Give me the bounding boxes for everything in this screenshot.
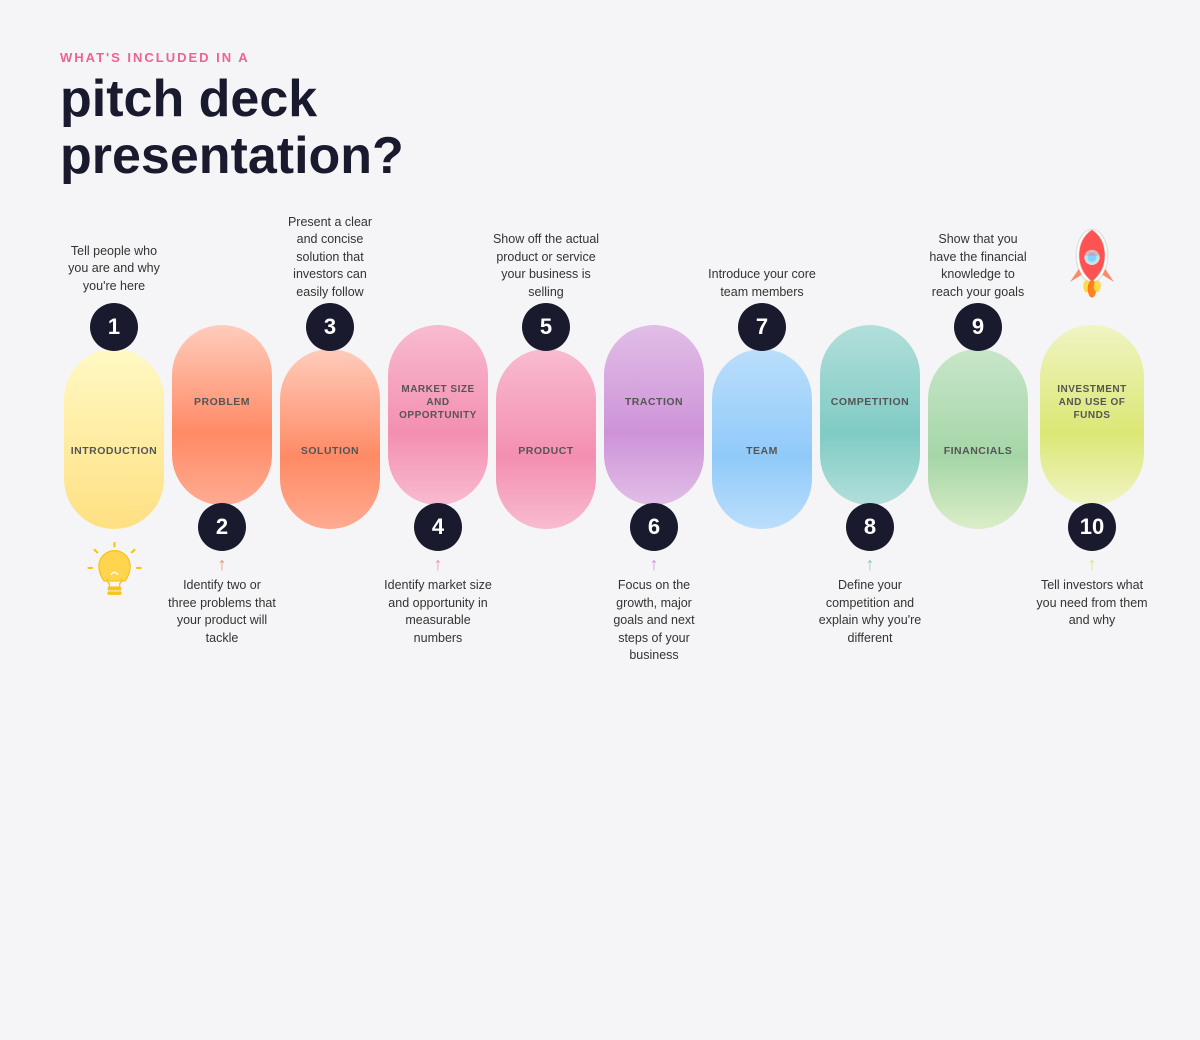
pill-label-1: INTRODUCTION: [63, 445, 166, 459]
pill-6: TRACTION: [604, 325, 704, 505]
pill-label-2: PROBLEM: [186, 396, 258, 410]
bulb-area: [87, 529, 142, 619]
pill-label-6: TRACTION: [617, 396, 691, 410]
col10-bottom-text: Tell investors what you need from them a…: [1032, 573, 1152, 673]
col4-bottom-text: Identify market size and opportunity in …: [384, 573, 492, 673]
subtitle: WHAT'S INCLUDED IN A: [60, 50, 1140, 65]
col8-arrow: ↑: [866, 555, 875, 573]
pill-4: MARKET SIZE AND OPPORTUNITY: [388, 325, 488, 505]
rocket-area: [1057, 215, 1127, 305]
pill-1: INTRODUCTION: [64, 349, 164, 529]
pill-2: PROBLEM: [172, 325, 272, 505]
col4-arrow: ↑: [434, 555, 443, 573]
col1-top-text: Tell people who you are and why you're h…: [60, 211, 168, 301]
num-circle-9: 9: [954, 303, 1002, 351]
num-circle-7: 7: [738, 303, 786, 351]
pill-10: INVESTMENT AND USE OF FUNDS: [1040, 325, 1144, 505]
num-circle-5: 5: [522, 303, 570, 351]
pill-5: PRODUCT: [496, 349, 596, 529]
pill-label-5: PRODUCT: [510, 445, 581, 459]
num-circle-6: 6: [630, 503, 678, 551]
num-circle-1: 1: [90, 303, 138, 351]
page-container: WHAT'S INCLUDED IN A pitch deck presenta…: [0, 0, 1200, 1040]
pill-label-4: MARKET SIZE AND OPPORTUNITY: [388, 383, 488, 422]
pill-label-3: SOLUTION: [293, 445, 367, 459]
pill-label-8: COMPETITION: [823, 396, 917, 410]
pill-9: FINANCIALS: [928, 349, 1028, 529]
pill-label-7: TEAM: [738, 445, 786, 459]
col8-bottom-text: Define your competition and explain why …: [816, 573, 924, 673]
num-circle-8: 8: [846, 503, 894, 551]
num-circle-4: 4: [414, 503, 462, 551]
main-title: pitch deck presentation?: [60, 71, 1140, 185]
lightbulb-icon: [87, 542, 142, 607]
col6-arrow: ↑: [650, 555, 659, 573]
pill-8: COMPETITION: [820, 325, 920, 505]
col10-arrow: ↑: [1088, 555, 1097, 573]
diagram-area: Tell people who you are and why you're h…: [60, 215, 1140, 719]
num-circle-3: 3: [306, 303, 354, 351]
rocket-icon: [1057, 220, 1127, 300]
num-circle-2: 2: [198, 503, 246, 551]
col6-bottom-text: Focus on the growth, major goals and nex…: [600, 573, 708, 673]
pill-3: SOLUTION: [280, 349, 380, 529]
num-circle-10: 10: [1068, 503, 1116, 551]
col2-bottom-text: Identify two or three problems that your…: [168, 573, 276, 673]
col2-arrow: ↑: [218, 555, 227, 573]
pill-label-9: FINANCIALS: [936, 445, 1021, 459]
pill-label-10: INVESTMENT AND USE OF FUNDS: [1040, 383, 1144, 422]
pill-7: TEAM: [712, 349, 812, 529]
